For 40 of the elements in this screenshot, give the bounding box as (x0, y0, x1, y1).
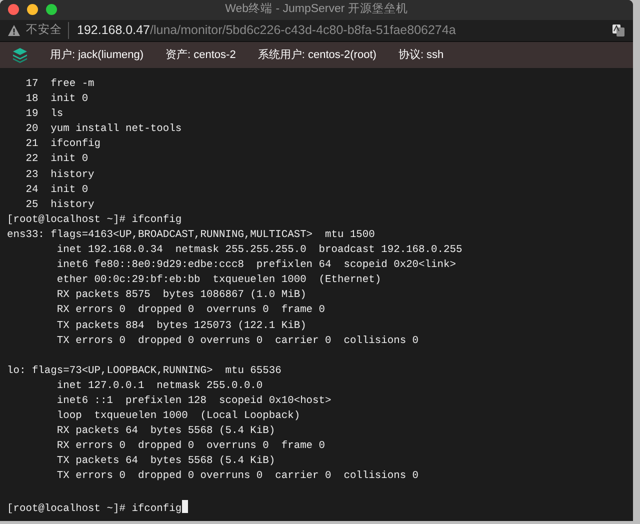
terminal-line: ether 00:0c:29:bf:eb:bb txqueuelen 1000 (Ethernet) (56, 274, 382, 286)
session-info: 资产: centos-2 (166, 48, 236, 63)
terminal-line: [root@localhost ~]# ifconfig (7, 214, 182, 226)
terminal-line: 25 history (24, 198, 94, 211)
terminal-line: 18 init 0 (24, 93, 88, 106)
terminal-line: RX errors 0 dropped 0 overruns 0 frame 0 (56, 304, 326, 316)
terminal-line: RX packets 64 bytes 5568 (5.4 KiB) (56, 425, 276, 438)
url-field[interactable]: 192.168.0.47/luna/monitor/5bd6c226-c43d-4c80-b8fa-51fae806274a (77, 21, 456, 40)
terminal-line: loop txqueuelen 1000 (Local Loopback) (56, 410, 300, 422)
logo-icon (12, 47, 28, 63)
terminal-line: inet6 fe80::8e0:9d29:edbe:ccc8 prefixlen 64 scopeid 0x20<link> (56, 259, 456, 272)
terminal-line: TX packets 64 bytes 5568 (5.4 KiB) (56, 455, 276, 468)
close-button[interactable] (8, 4, 19, 15)
window-title: Web终端 - JumpServer 开源堡垒机 (225, 3, 408, 16)
terminal-line: 17 free -m (24, 78, 94, 90)
terminal-line: RX packets 8575 bytes 1086867 (1.0 MiB) (56, 289, 306, 302)
minimize-button[interactable] (27, 4, 38, 15)
terminal-line: inet 127.0.0.1 netmask 255.0.0.0 (56, 380, 263, 392)
zoom-button[interactable] (46, 4, 57, 15)
terminal-line: 24 init 0 (24, 184, 88, 196)
terminal-line: TX errors 0 dropped 0 overruns 0 carrier 0 collisions 0 (56, 470, 419, 482)
terminal-line: inet 192.168.0.34 netmask 255.255.255.0 broadcast 192.168.0.255 (56, 244, 462, 256)
terminal-line: TX errors 0 dropped 0 overruns 0 carrier 0 collisions 0 (56, 334, 419, 347)
warning-icon (8, 25, 20, 36)
terminal-line: RX errors 0 dropped 0 overruns 0 frame 0 (56, 440, 326, 452)
terminal-line: TX packets 884 bytes 125073 (122.1 KiB) (56, 320, 306, 332)
translate-icon[interactable] (612, 24, 625, 37)
terminal-line: 23 history (24, 168, 94, 181)
security-label[interactable]: 不安全 (26, 22, 69, 40)
terminal-line: 19 ls (24, 108, 64, 120)
terminal-line: 20 yum install net-tools (24, 123, 182, 136)
session-info: 用户: jack(liumeng) (50, 48, 144, 63)
session-info: 协议: ssh (398, 48, 444, 63)
session-info: 系统用户: centos-2(root) (258, 48, 376, 63)
terminal-line: 21 ifconfig (24, 138, 101, 150)
terminal-line: inet6 ::1 prefixlen 128 scopeid 0x10<host> (56, 394, 332, 407)
terminal-line: ens33: flags=4163<UP,BROADCAST,RUNNING,MULTICAST> mtu 1500 (7, 228, 375, 241)
terminal-line: [root@localhost ~]# ifconfig (7, 502, 182, 515)
terminal-line: lo: flags=73<UP,LOOPBACK,RUNNING> mtu 65536 (7, 364, 282, 377)
terminal-line: 22 init 0 (24, 153, 88, 166)
